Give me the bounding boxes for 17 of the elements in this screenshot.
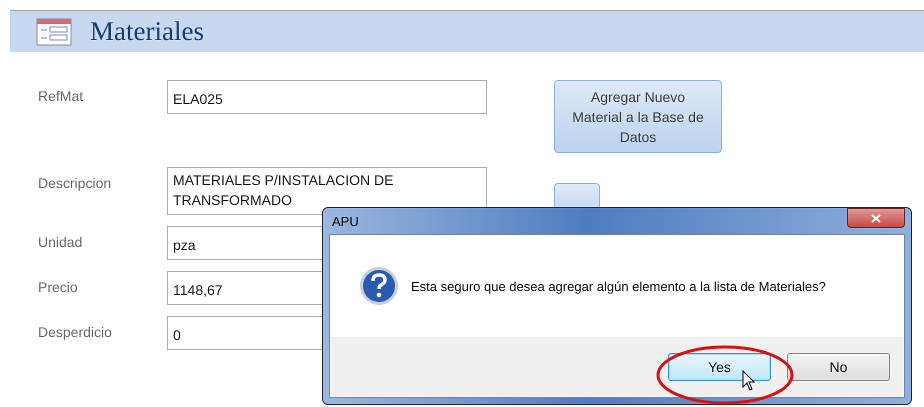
- form-title: Materiales: [90, 16, 204, 47]
- field-label: Unidad: [38, 233, 84, 252]
- field-label: Descripcion: [38, 174, 112, 193]
- add-material-button[interactable]: Agregar Nuevo Material a la Base de Datos: [554, 80, 722, 153]
- field-label: RefMat: [38, 87, 84, 106]
- close-icon: [871, 214, 881, 222]
- cursor-icon: [742, 370, 756, 392]
- dialog-button[interactable]: No: [787, 353, 890, 381]
- dialog-title: APU: [331, 214, 359, 228]
- dialog-button[interactable]: Yes: [668, 353, 771, 381]
- dialog-message: Esta seguro que desea agregar algún elemento a la lista de Materiales?: [411, 278, 826, 294]
- question-icon: [359, 266, 399, 306]
- form-icon: [36, 18, 72, 46]
- close-button[interactable]: [847, 208, 905, 228]
- field-label: Desperdicio: [38, 323, 113, 342]
- text-field[interactable]: ELA025: [167, 80, 487, 114]
- field-label: Precio: [38, 278, 79, 297]
